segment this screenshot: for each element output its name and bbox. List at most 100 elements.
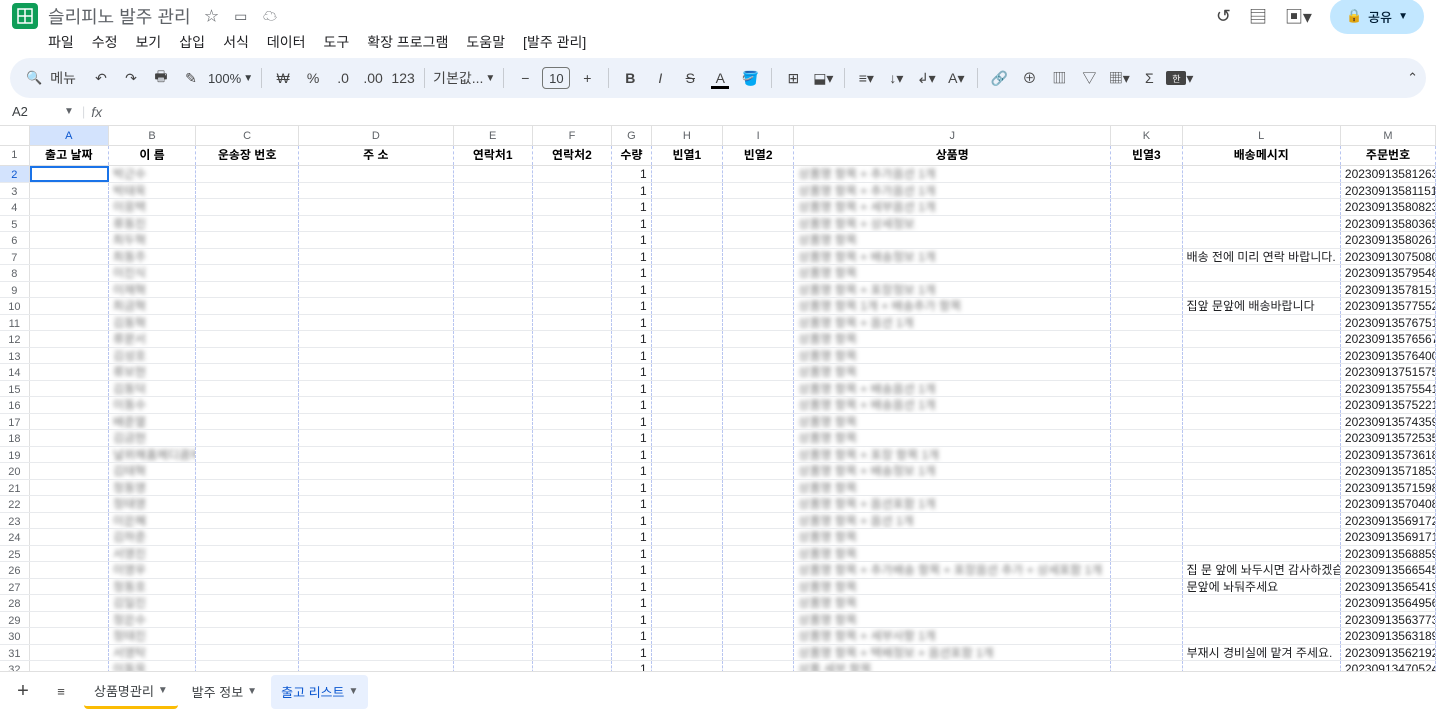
document-title[interactable]: 슬리피노 발주 관리 xyxy=(48,3,190,29)
cell[interactable] xyxy=(1183,612,1341,628)
percent-button[interactable]: % xyxy=(300,65,326,91)
cell[interactable] xyxy=(299,612,453,628)
cell[interactable] xyxy=(1111,414,1182,430)
cell[interactable] xyxy=(1111,397,1182,413)
font-size-input[interactable]: 10 xyxy=(542,67,570,89)
cell[interactable] xyxy=(1111,199,1182,215)
cell[interactable] xyxy=(723,331,794,347)
cell[interactable] xyxy=(30,315,109,331)
cell[interactable] xyxy=(1183,265,1341,281)
cell[interactable] xyxy=(1183,430,1341,446)
cell[interactable]: 정은수 xyxy=(109,612,196,628)
cell[interactable] xyxy=(1111,529,1182,545)
cell[interactable]: 상품명 항목 + 추가옵션 1개 xyxy=(794,166,1111,182)
cell[interactable] xyxy=(533,282,612,298)
cell[interactable] xyxy=(454,645,533,661)
cell[interactable] xyxy=(196,216,299,232)
cell[interactable]: 이은혜 xyxy=(109,513,196,529)
cell[interactable] xyxy=(299,447,453,463)
cell[interactable] xyxy=(723,447,794,463)
cell[interactable]: 이동수 xyxy=(109,397,196,413)
cell[interactable] xyxy=(196,249,299,265)
cell[interactable]: 2023091356219250 xyxy=(1341,645,1436,661)
cell[interactable] xyxy=(723,562,794,578)
cell[interactable] xyxy=(1183,496,1341,512)
cell[interactable] xyxy=(1183,397,1341,413)
row-number[interactable]: 12 xyxy=(0,331,30,347)
header-cell[interactable]: 배송메시지 xyxy=(1183,146,1341,165)
col-header-k[interactable]: K xyxy=(1111,126,1182,145)
cell[interactable] xyxy=(533,199,612,215)
cell[interactable] xyxy=(299,579,453,595)
spreadsheet-grid[interactable]: A B C D E F G H I J K L M 1 출고 날짜 이 름 운송… xyxy=(0,126,1436,686)
cell[interactable] xyxy=(652,447,723,463)
cell[interactable] xyxy=(299,265,453,281)
cell[interactable]: 상품명 항목 + 포장 항목 1개 xyxy=(794,447,1111,463)
cell[interactable] xyxy=(196,199,299,215)
col-header-h[interactable]: H xyxy=(652,126,723,145)
cell[interactable] xyxy=(652,513,723,529)
cell[interactable] xyxy=(299,298,453,314)
col-header-a[interactable]: A xyxy=(30,126,109,145)
collapse-toolbar-button[interactable]: ⌃ xyxy=(1407,70,1418,86)
cell[interactable] xyxy=(1183,546,1341,562)
cell[interactable] xyxy=(723,612,794,628)
cell[interactable]: 집앞 문앞에 배송바랍니다 xyxy=(1183,298,1341,314)
cell[interactable]: 1 xyxy=(612,397,652,413)
cell[interactable]: 1 xyxy=(612,447,652,463)
cell[interactable] xyxy=(1183,480,1341,496)
cell[interactable] xyxy=(1183,331,1341,347)
cell[interactable] xyxy=(723,496,794,512)
row-number[interactable]: 16 xyxy=(0,397,30,413)
cell[interactable]: 1 xyxy=(612,183,652,199)
cell[interactable]: 2023091357435910 xyxy=(1341,414,1436,430)
cell[interactable]: 2023091357815140 xyxy=(1341,282,1436,298)
cell[interactable] xyxy=(533,364,612,380)
cell[interactable] xyxy=(30,562,109,578)
cell[interactable] xyxy=(1183,628,1341,644)
cell[interactable] xyxy=(196,447,299,463)
cell[interactable]: 최두혁 xyxy=(109,232,196,248)
menu-help[interactable]: 도움말 xyxy=(466,32,505,52)
cell[interactable] xyxy=(1183,199,1341,215)
cell[interactable] xyxy=(533,496,612,512)
row-number[interactable]: 22 xyxy=(0,496,30,512)
cell[interactable]: 상품명 항목 xyxy=(794,529,1111,545)
cell[interactable] xyxy=(1183,232,1341,248)
cell[interactable] xyxy=(299,249,453,265)
decrease-font-button[interactable]: − xyxy=(512,65,538,91)
cell[interactable]: 1 xyxy=(612,480,652,496)
header-cell[interactable]: 출고 날짜 xyxy=(30,146,109,165)
cell[interactable]: 1 xyxy=(612,265,652,281)
cell[interactable] xyxy=(723,166,794,182)
cell[interactable] xyxy=(652,183,723,199)
cell[interactable] xyxy=(533,166,612,182)
cell[interactable] xyxy=(454,414,533,430)
chevron-down-icon[interactable]: ▼ xyxy=(247,686,257,697)
move-icon[interactable]: ▭ xyxy=(234,8,247,24)
paint-format-button[interactable]: ✎ xyxy=(178,65,204,91)
zoom-selector[interactable]: 100% ▼ xyxy=(208,71,253,86)
cell[interactable] xyxy=(1111,430,1182,446)
strikethrough-button[interactable]: S xyxy=(677,65,703,91)
cell[interactable] xyxy=(299,397,453,413)
menu-extensions[interactable]: 확장 프로그램 xyxy=(367,32,448,52)
cell[interactable] xyxy=(533,183,612,199)
cell[interactable] xyxy=(454,430,533,446)
cell[interactable] xyxy=(454,463,533,479)
cell[interactable] xyxy=(30,414,109,430)
cell[interactable]: 2023091356654570 xyxy=(1341,562,1436,578)
cell[interactable]: 상품명 항목 + 세부옵션 1개 xyxy=(794,199,1111,215)
cell[interactable]: 상품명 항목 xyxy=(794,546,1111,562)
cell[interactable] xyxy=(1111,447,1182,463)
cell[interactable]: 1 xyxy=(612,645,652,661)
cell[interactable] xyxy=(652,645,723,661)
cell[interactable] xyxy=(1111,463,1182,479)
header-cell[interactable]: 빈열2 xyxy=(723,146,794,165)
undo-button[interactable]: ↶ xyxy=(88,65,114,91)
redo-button[interactable]: ↷ xyxy=(118,65,144,91)
sheet-tab[interactable]: 출고 리스트▼ xyxy=(271,675,368,709)
cell[interactable]: 2023091356917260 xyxy=(1341,513,1436,529)
cell[interactable] xyxy=(1183,216,1341,232)
sheets-logo[interactable] xyxy=(12,3,38,29)
